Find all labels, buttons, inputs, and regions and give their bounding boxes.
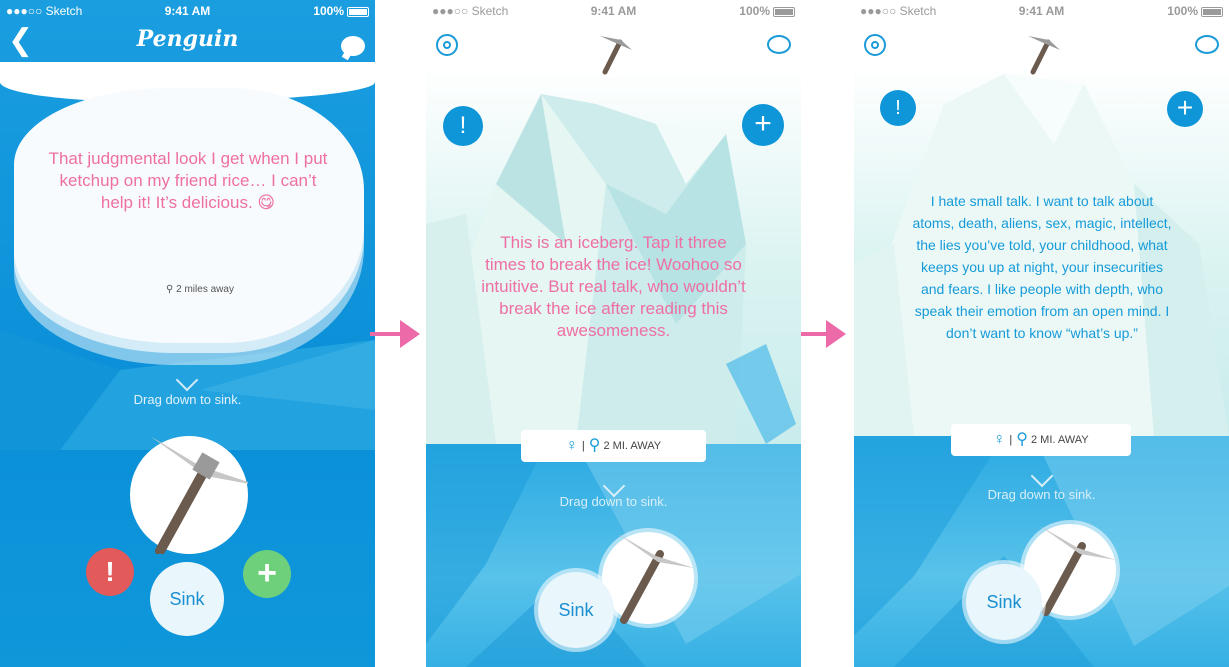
add-button[interactable]: + [1167, 91, 1203, 127]
logo-badge [588, 22, 640, 78]
profile-info-pill: ♀ | ⚲ 2 MI. AWAY [951, 424, 1131, 456]
ice-pick-button[interactable] [130, 436, 260, 556]
chat-icon[interactable] [1195, 35, 1219, 54]
navigation-bar: ❮ Penguin [0, 22, 375, 62]
status-bar: ●●●○○ Sketch 9:41 AM 100% [0, 0, 375, 22]
screen-penguin-card: ●●●○○ Sketch 9:41 AM 100% ❮ Penguin That… [0, 0, 375, 667]
chat-icon[interactable] [767, 35, 791, 54]
location-pin-icon: ⚲ [166, 284, 174, 295]
report-button[interactable]: ! [880, 90, 916, 126]
post-text: That judgmental look I get when I put ke… [48, 149, 328, 212]
screen-iceberg-intro: ●●●○○ Sketch 9:41 AM 100% ! + This is an… [426, 0, 801, 667]
report-button[interactable]: ! [443, 106, 483, 146]
distance-label: 2 MI. AWAY [1030, 434, 1089, 446]
settings-gear-icon[interactable] [436, 34, 458, 56]
drag-hint: Drag down to sink. [559, 494, 668, 509]
battery-icon [773, 6, 795, 17]
distance-label: ⚲ 2 miles away [166, 284, 234, 295]
location-pin-icon: ⚲ [1016, 431, 1028, 449]
flow-arrow [796, 320, 846, 348]
sink-button[interactable]: Sink [538, 572, 614, 648]
drag-hint: Drag down to sink. [133, 392, 242, 407]
iceberg-text: I hate small talk. I want to talk about … [912, 193, 1172, 341]
female-gender-icon: ♀ [993, 431, 1006, 449]
screen-iceberg-broken: ●●●○○ Sketch 9:41 AM 100% ! + I hate sma… [854, 0, 1229, 667]
ice-pick-icon [150, 436, 260, 556]
logo-badge [1016, 22, 1068, 78]
sink-button[interactable]: Sink [150, 562, 224, 636]
status-battery: 100% [739, 0, 795, 22]
flow-arrow [370, 320, 420, 348]
status-battery: 100% [1167, 0, 1223, 22]
ice-pick-icon [1028, 36, 1060, 75]
add-button[interactable]: + [243, 550, 291, 598]
ice-pick-icon [618, 534, 694, 624]
status-battery: 100% [313, 0, 369, 22]
chat-icon[interactable] [341, 36, 365, 56]
battery-icon [1201, 6, 1223, 17]
status-bar: ●●●○○ Sketch 9:41 AM 100% [854, 0, 1229, 22]
iceberg-text: This is an iceberg. Tap it three times t… [481, 233, 746, 340]
iceberg-card[interactable] [14, 88, 364, 343]
report-button[interactable]: ! [86, 548, 134, 596]
ice-pick-icon [600, 36, 632, 75]
app-logo: Penguin [136, 26, 239, 52]
female-gender-icon: ♀ [565, 437, 578, 455]
drag-hint: Drag down to sink. [987, 487, 1096, 502]
settings-gear-icon[interactable] [864, 34, 886, 56]
distance-label: 2 MI. AWAY [603, 440, 662, 452]
battery-icon [347, 6, 369, 17]
location-pin-icon: ⚲ [588, 437, 601, 455]
sink-button[interactable]: Sink [966, 564, 1042, 640]
add-button[interactable]: + [742, 104, 784, 146]
profile-info-pill: ♀ | ⚲ 2 MI. AWAY [521, 430, 706, 462]
status-bar: ●●●○○ Sketch 9:41 AM 100% [426, 0, 801, 22]
ice-pick-button[interactable] [602, 532, 694, 624]
